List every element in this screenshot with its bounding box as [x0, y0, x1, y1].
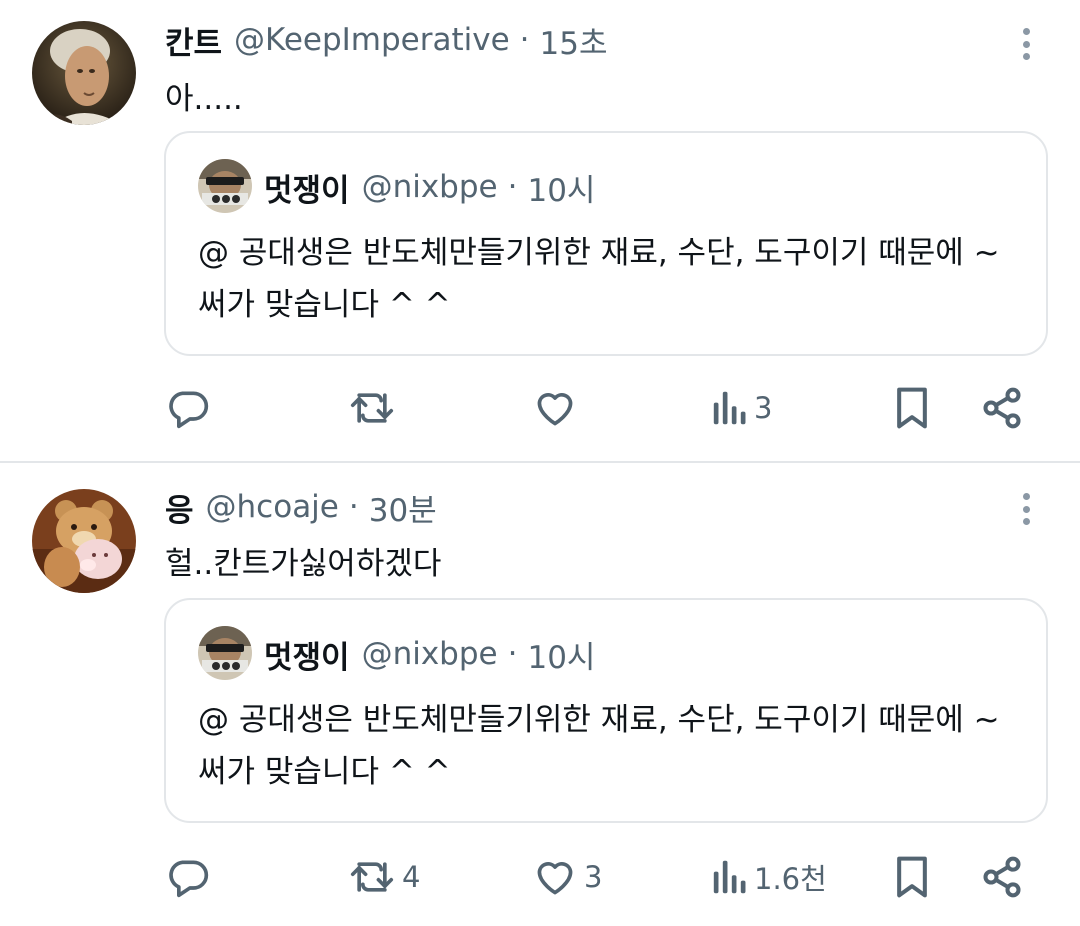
reply-button[interactable] — [166, 378, 216, 438]
more-options-icon[interactable] — [1014, 489, 1038, 529]
views-button[interactable]: 1.6천 — [712, 847, 827, 907]
quoted-author-name: 멋쟁이 — [264, 172, 350, 209]
share-icon — [980, 386, 1024, 430]
tweet-text: 아..... — [165, 81, 243, 117]
author-handle[interactable]: @hcoaje — [206, 489, 339, 525]
bookmark-icon — [892, 855, 932, 899]
views-button[interactable]: 3 — [712, 378, 772, 438]
bookmark-button[interactable] — [892, 378, 932, 438]
quoted-tweet[interactable]: 멋쟁이 @nixbpe · 10시 @ 공대생은 반도체만들기위한 재료, 수단… — [164, 131, 1048, 356]
author-name[interactable]: 칸트 — [165, 18, 222, 63]
separator: · — [507, 169, 518, 205]
separator: · — [519, 22, 530, 58]
quoted-avatar-icon — [198, 159, 252, 213]
views-count: 3 — [754, 391, 773, 425]
share-icon — [980, 855, 1024, 899]
author-name[interactable]: 응 — [165, 485, 194, 530]
views-chart-icon — [712, 855, 748, 899]
quoted-text: @ 공대생은 반도체만들기위한 재료, 수단, 도구이기 때문에 ~써가 맞습니… — [198, 235, 1000, 323]
quoted-avatar-icon — [198, 626, 252, 680]
tweet-header: 응 @hcoaje · 30분 — [165, 485, 437, 529]
tweet[interactable]: 칸트 @KeepImperative · 15초 아..... 멋쟁이 @nix… — [0, 0, 1080, 462]
like-button[interactable]: 3 — [532, 847, 602, 907]
share-button[interactable] — [980, 847, 1024, 907]
reply-icon — [166, 386, 210, 430]
quoted-author-handle: @nixbpe — [361, 636, 498, 672]
reply-icon — [166, 855, 210, 899]
quoted-timestamp: 10시 — [527, 639, 596, 676]
quoted-author-name: 멋쟁이 — [264, 639, 350, 676]
quoted-tweet[interactable]: 멋쟁이 @nixbpe · 10시 @ 공대생은 반도체만들기위한 재료, 수단… — [164, 598, 1048, 823]
tweet-text: 헐..칸트가싫어하겠다 — [165, 546, 442, 582]
quoted-author-handle: @nixbpe — [361, 169, 498, 205]
tweet[interactable]: 응 @hcoaje · 30분 헐..칸트가싫어하겠다 멋쟁이 @nixbpe … — [0, 463, 1080, 926]
heart-icon — [532, 855, 578, 899]
separator: · — [348, 489, 359, 525]
like-button[interactable] — [532, 378, 584, 438]
separator: · — [507, 636, 518, 672]
share-button[interactable] — [980, 378, 1024, 438]
retweet-icon — [348, 386, 396, 430]
quoted-header: 멋쟁이 @nixbpe · 10시 — [264, 165, 595, 209]
timestamp[interactable]: 30분 — [369, 485, 437, 530]
quoted-text: @ 공대생은 반도체만들기위한 재료, 수단, 도구이기 때문에 ~써가 맞습니… — [198, 702, 1000, 790]
views-chart-icon — [712, 386, 748, 430]
more-options-icon[interactable] — [1014, 24, 1038, 64]
bookmark-icon — [892, 386, 932, 430]
action-bar: 3 — [0, 378, 1080, 438]
retweet-button[interactable] — [348, 378, 402, 438]
action-bar: 4 3 1.6천 — [0, 847, 1080, 907]
retweet-count: 4 — [402, 860, 421, 894]
heart-icon — [532, 386, 578, 430]
author-handle[interactable]: @KeepImperative — [234, 22, 510, 58]
teddy-bear-avatar-icon[interactable] — [32, 489, 136, 593]
retweet-icon — [348, 855, 396, 899]
tweet-header: 칸트 @KeepImperative · 15초 — [165, 18, 608, 62]
retweet-button[interactable]: 4 — [348, 847, 420, 907]
quoted-header: 멋쟁이 @nixbpe · 10시 — [264, 632, 595, 676]
timestamp[interactable]: 15초 — [540, 18, 608, 63]
reply-button[interactable] — [166, 847, 216, 907]
quoted-timestamp: 10시 — [527, 172, 596, 209]
like-count: 3 — [584, 860, 603, 894]
views-count: 1.6천 — [754, 862, 827, 896]
portrait-avatar-icon[interactable] — [32, 21, 136, 125]
bookmark-button[interactable] — [892, 847, 932, 907]
